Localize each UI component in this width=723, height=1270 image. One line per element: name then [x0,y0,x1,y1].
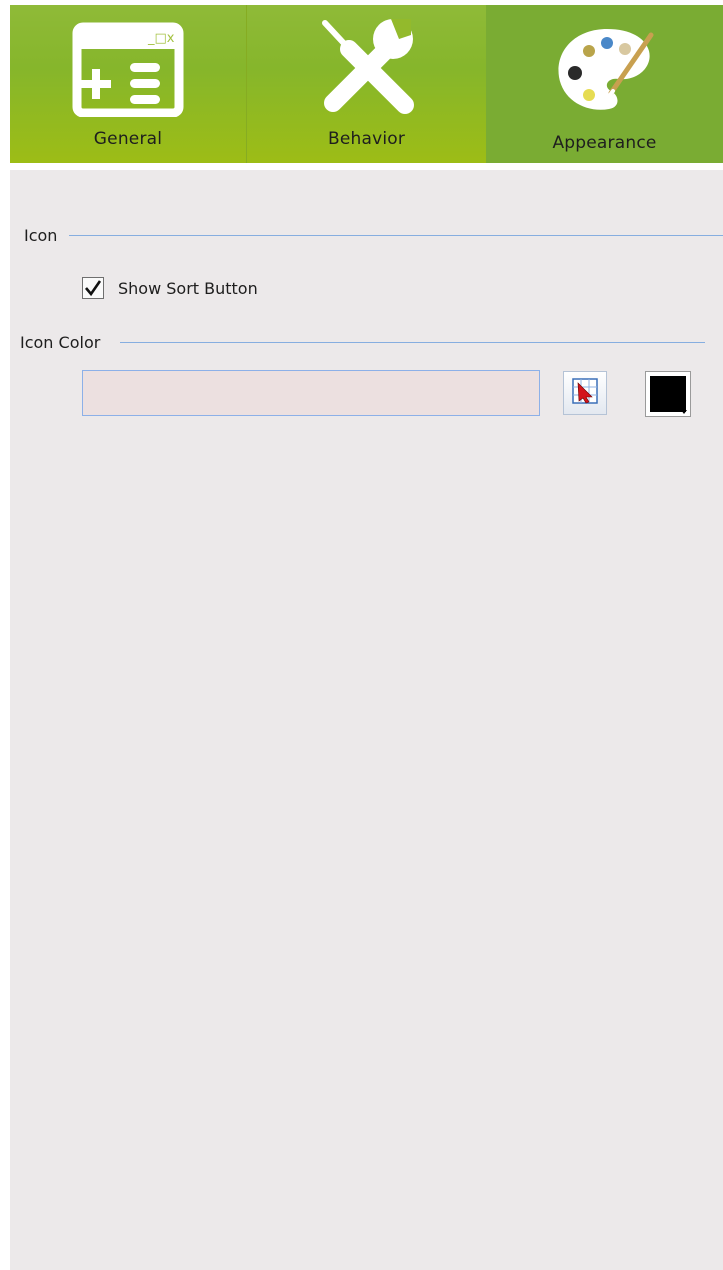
show-sort-button-label: Show Sort Button [118,278,258,298]
tab-label: Behavior [327,129,406,149]
group-divider [69,235,723,236]
tab-label: Appearance [552,133,657,153]
icon-group-header: Icon [24,226,723,245]
checkmark-icon [85,280,102,297]
group-title: Icon Color [20,333,101,352]
tab-bar: _□x General Behavior Appearance [10,5,723,163]
paint-palette-icon [549,21,661,125]
icon-color-group-header: Icon Color [20,333,705,352]
color-swatch [650,376,686,412]
show-sort-button-checkbox[interactable] [82,277,104,299]
group-divider [120,342,705,343]
dropdown-arrow-icon [681,410,687,414]
color-picker-button[interactable] [563,371,607,415]
icon-color-input[interactable] [82,370,540,416]
color-picker-icon [572,378,598,408]
group-title: Icon [24,226,58,245]
appearance-panel: Icon Show Sort Button Icon Color [10,170,723,1270]
tab-appearance[interactable]: Appearance [486,5,723,163]
show-sort-button-option[interactable]: Show Sort Button [82,277,258,299]
tab-behavior[interactable]: Behavior [246,5,486,163]
tab-label: General [93,129,163,149]
window-plus-list-icon: _□x [72,17,184,121]
screwdriver-wrench-icon [311,13,423,121]
color-swatch-dropdown[interactable] [645,371,691,417]
svg-text:_□x: _□x [147,31,175,46]
tab-general[interactable]: _□x General [10,5,246,163]
